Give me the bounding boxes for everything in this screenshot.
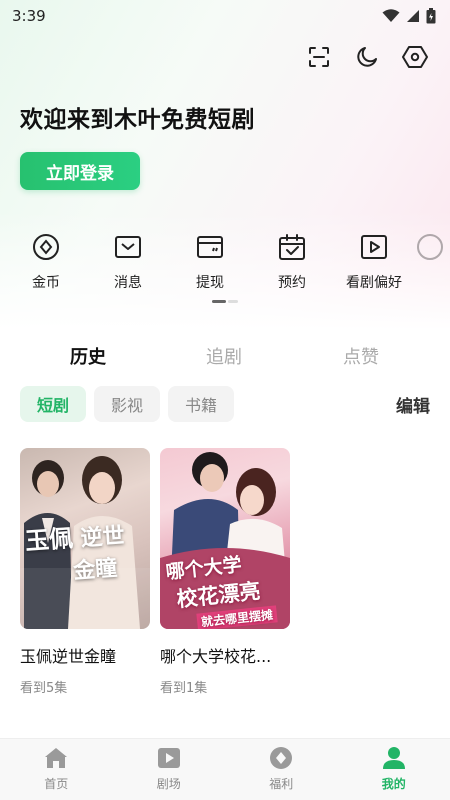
poster-title-text: 玉佩 逆世 金瞳 [24, 515, 128, 589]
shortcut-coins[interactable]: 金币 [5, 232, 87, 294]
history-list: 玉佩 逆世 金瞳 玉佩逆世金瞳 看到5集 哪个大学 校花漂亮 就去哪里摆摊 哪个… [0, 448, 450, 696]
shortcut-label: 看剧偏好 [346, 275, 402, 291]
nav-label: 我的 [381, 777, 406, 791]
history-card[interactable]: 玉佩 逆世 金瞳 玉佩逆世金瞳 看到5集 [20, 448, 150, 696]
home-icon [43, 745, 69, 771]
pager-dot-active [212, 300, 226, 303]
shortcut-reserve[interactable]: 预约 [251, 232, 333, 294]
message-icon [113, 232, 143, 262]
nav-label: 首页 [44, 777, 69, 791]
subtab-short-drama[interactable]: 短剧 [20, 386, 87, 422]
nav-label: 福利 [269, 777, 294, 791]
top-actions [0, 32, 450, 82]
nav-label: 剧场 [156, 777, 181, 791]
poster-title-text: 哪个大学 校花漂亮 就去哪里摆摊 [164, 547, 278, 629]
drama-poster[interactable]: 玉佩 逆世 金瞳 [20, 448, 150, 629]
profile-icon [381, 745, 407, 771]
drama-title: 玉佩逆世金瞳 [20, 647, 117, 666]
shortcut-label: 消息 [114, 275, 142, 291]
shortcut-overflow[interactable] [415, 232, 445, 294]
watch-progress: 看到1集 [160, 681, 208, 696]
nav-profile[interactable]: 我的 [338, 739, 450, 800]
wifi-icon [382, 9, 400, 23]
shortcut-play-preference[interactable]: 看剧偏好 [333, 232, 415, 294]
status-bar: 3:39 [0, 0, 450, 32]
tab-following[interactable]: 追剧 [176, 343, 272, 369]
partial-shortcut-icon [415, 232, 445, 262]
coin-icon [31, 232, 61, 262]
withdraw-icon [195, 232, 225, 262]
status-time: 3:39 [12, 7, 46, 25]
battery-icon [426, 8, 436, 24]
welcome-title: 欢迎来到木叶免费短剧 [20, 107, 255, 133]
drama-title: 哪个大学校花... [160, 647, 272, 666]
watch-progress: 看到5集 [20, 681, 68, 696]
welfare-icon [268, 745, 294, 771]
nav-welfare[interactable]: 福利 [225, 739, 338, 800]
reserve-icon [277, 232, 307, 262]
history-tabs: 历史 追剧 点赞 [0, 341, 450, 371]
pager-dot [228, 300, 238, 303]
poster-text-line: 逆世 [79, 522, 126, 552]
subtab-books[interactable]: 书籍 [168, 386, 235, 422]
shortcut-label: 金币 [32, 275, 60, 291]
theater-icon [156, 745, 182, 771]
shortcut-label: 预约 [278, 275, 306, 291]
nav-theater[interactable]: 剧场 [113, 739, 226, 800]
signal-icon [406, 9, 420, 23]
shortcut-pager [0, 300, 450, 303]
tab-history[interactable]: 历史 [0, 343, 176, 369]
shortcut-row: 金币 消息 提现 预约 看剧偏好 [0, 232, 450, 294]
moon-icon[interactable] [354, 44, 380, 70]
poster-text-line: 金瞳 [72, 555, 119, 585]
history-card[interactable]: 哪个大学 校花漂亮 就去哪里摆摊 哪个大学校花... 看到1集 [160, 448, 290, 696]
shortcut-messages[interactable]: 消息 [87, 232, 169, 294]
shortcut-label: 提现 [196, 275, 224, 291]
poster-text-line: 玉佩 [24, 523, 75, 556]
play-preference-icon [359, 232, 389, 262]
bottom-nav: 首页 剧场 福利 我的 [0, 738, 450, 800]
subtab-film-tv[interactable]: 影视 [94, 386, 161, 422]
status-icons [382, 8, 436, 24]
category-tabs: 短剧 影视 书籍 编辑 [0, 385, 450, 423]
shortcut-withdraw[interactable]: 提现 [169, 232, 251, 294]
tab-likes[interactable]: 点赞 [272, 343, 450, 369]
edit-button[interactable]: 编辑 [396, 392, 430, 417]
scan-icon[interactable] [306, 44, 332, 70]
nav-home[interactable]: 首页 [0, 739, 113, 800]
settings-hex-icon[interactable] [402, 44, 428, 70]
drama-poster[interactable]: 哪个大学 校花漂亮 就去哪里摆摊 [160, 448, 290, 629]
login-button[interactable]: 立即登录 [20, 152, 140, 190]
